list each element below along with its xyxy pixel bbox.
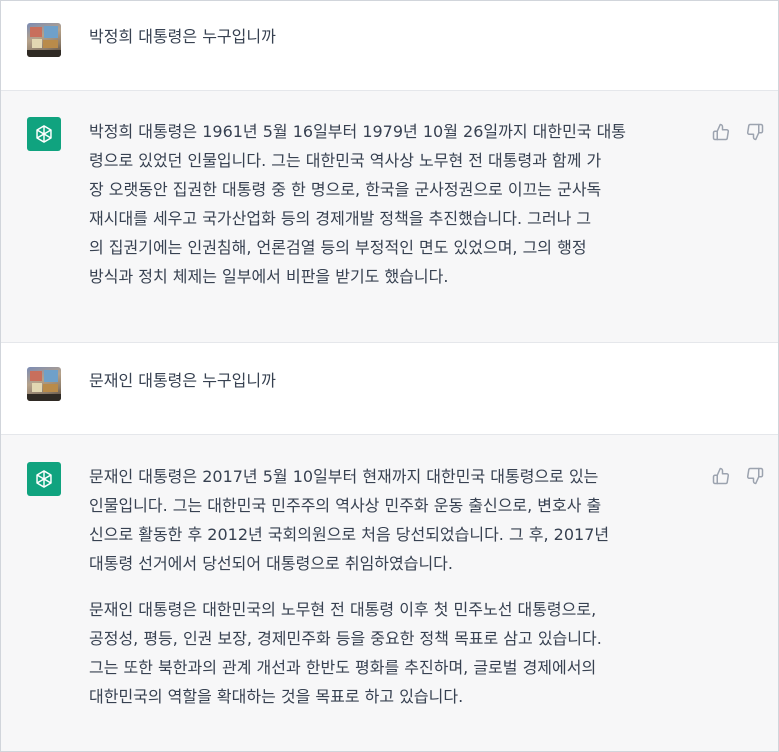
user-message-row: 박정희 대통령은 누구입니까 bbox=[1, 1, 778, 91]
message-paragraph: 문재인 대통령은 2017년 5월 10일부터 현재까지 대한민국 대통령으로 … bbox=[89, 462, 706, 578]
message-line: 문재인 대통령은 2017년 5월 10일부터 현재까지 대한민국 대통령으로 … bbox=[89, 467, 599, 486]
chat-thread: 박정희 대통령은 누구입니까 박정희 대통령은 1961년 5월 16일부터 1… bbox=[0, 0, 779, 752]
message-line: 재시대를 세우고 국가산업화 등의 경제개발 정책을 추진했습니다. 그러나 그 bbox=[89, 209, 592, 228]
thumbs-down-icon[interactable] bbox=[746, 467, 764, 485]
user-message-text: 문재인 대통령은 누구입니까 bbox=[89, 371, 276, 390]
message-line: 문재인 대통령은 대한민국의 노무현 전 대통령 이후 첫 민주노선 대통령으로… bbox=[89, 600, 597, 619]
chatgpt-logo-icon bbox=[27, 462, 61, 496]
assistant-message-text: 문재인 대통령은 2017년 5월 10일부터 현재까지 대한민국 대통령으로 … bbox=[89, 462, 706, 711]
message-line: 대통령 선거에서 당선되어 대통령으로 취임하였습니다. bbox=[89, 554, 453, 573]
assistant-message-text: 박정희 대통령은 1961년 5월 16일부터 1979년 10월 26일까지 … bbox=[89, 117, 706, 291]
chatgpt-logo-icon bbox=[27, 117, 61, 151]
user-avatar bbox=[27, 23, 61, 57]
message-line: 장 오랫동안 집권한 대통령 중 한 명으로, 한국을 군사정권으로 이끄는 군… bbox=[89, 180, 602, 199]
thumbs-up-icon[interactable] bbox=[712, 467, 730, 485]
message-line: 대한민국의 역할을 확대하는 것을 목표로 하고 있습니다. bbox=[89, 687, 464, 706]
message-line: 의 집권기에는 인권침해, 언론검열 등의 부정적인 면도 있었으며, 그의 행… bbox=[89, 238, 587, 257]
message-line: 방식과 정치 체제는 일부에서 비판을 받기도 했습니다. bbox=[89, 267, 449, 286]
message-line: 그는 또한 북한과의 관계 개선과 한반도 평화를 추진하며, 글로벌 경제에서… bbox=[89, 658, 597, 677]
message-line: 령으로 있었던 인물입니다. 그는 대한민국 역사상 노무현 전 대통령과 함께… bbox=[89, 151, 602, 170]
assistant-message-row: 문재인 대통령은 2017년 5월 10일부터 현재까지 대한민국 대통령으로 … bbox=[1, 435, 778, 751]
user-avatar bbox=[27, 367, 61, 401]
message-line: 공정성, 평등, 인권 보장, 경제민주화 등을 중요한 정책 목표로 삼고 있… bbox=[89, 629, 602, 648]
feedback-buttons bbox=[712, 123, 764, 141]
message-line: 박정희 대통령은 1961년 5월 16일부터 1979년 10월 26일까지 … bbox=[89, 122, 627, 141]
message-paragraph: 문재인 대통령은 대한민국의 노무현 전 대통령 이후 첫 민주노선 대통령으로… bbox=[89, 595, 706, 711]
thumbs-down-icon[interactable] bbox=[746, 123, 764, 141]
message-line: 인물입니다. 그는 대한민국 민주주의 역사상 민주화 운동 출신으로, 변호사… bbox=[89, 496, 602, 515]
user-message-row: 문재인 대통령은 누구입니까 bbox=[1, 343, 778, 435]
feedback-buttons bbox=[712, 467, 764, 485]
thumbs-up-icon[interactable] bbox=[712, 123, 730, 141]
assistant-message-row: 박정희 대통령은 1961년 5월 16일부터 1979년 10월 26일까지 … bbox=[1, 91, 778, 343]
message-line: 신으로 활동한 후 2012년 국회의원으로 처음 당선되었습니다. 그 후, … bbox=[89, 525, 610, 544]
user-message-text: 박정희 대통령은 누구입니까 bbox=[89, 27, 276, 46]
